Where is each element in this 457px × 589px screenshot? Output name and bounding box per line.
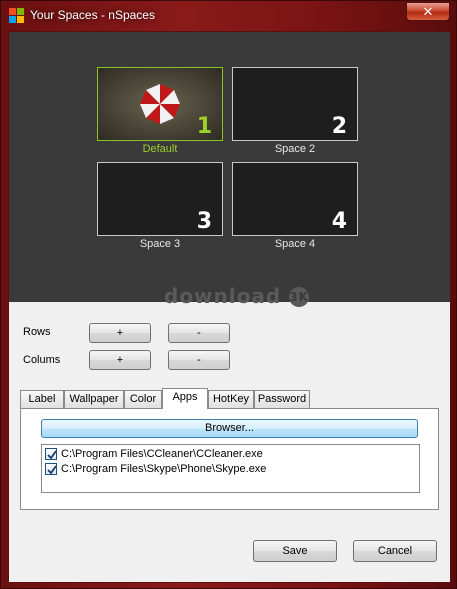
space-thumbnail-4[interactable]: 4	[232, 162, 358, 236]
columns-label: Colums	[23, 354, 61, 366]
browse-button[interactable]: Browser...	[41, 419, 418, 438]
app-file-list[interactable]: C:\Program Files\CCleaner\CCleaner.exe C…	[41, 444, 420, 493]
columns-plus-button[interactable]: +	[89, 350, 151, 370]
apps-tab-panel: Browser... C:\Program Files\CCleaner\CCl…	[20, 408, 439, 510]
tab-password[interactable]: Password	[254, 390, 310, 408]
cancel-button[interactable]: Cancel	[353, 540, 437, 562]
app-icon	[9, 8, 24, 23]
umbrella-logo-icon	[140, 84, 180, 124]
columns-minus-button[interactable]: -	[168, 350, 230, 370]
tab-color[interactable]: Color	[124, 390, 162, 408]
rows-plus-button[interactable]: +	[89, 323, 151, 343]
watermark-text: download	[164, 284, 282, 308]
watermark-badge: 3K	[289, 287, 310, 307]
space-thumbnail-1[interactable]: 1	[97, 67, 223, 141]
title-bar[interactable]: Your Spaces - nSpaces ✕	[1, 1, 456, 29]
save-button[interactable]: Save	[253, 540, 337, 562]
checkmark-icon	[47, 450, 57, 460]
space-label: Default	[142, 143, 178, 155]
space-label: Space 3	[139, 238, 181, 250]
app-window: Your Spaces - nSpaces ✕ 1 Default 2 Spac…	[0, 0, 457, 589]
checkmark-icon	[47, 465, 57, 475]
close-button[interactable]: ✕	[406, 2, 450, 21]
space-number: 1	[196, 114, 212, 139]
space-label: Space 4	[274, 238, 316, 250]
rows-minus-button[interactable]: -	[168, 323, 230, 343]
space-thumbnail-3[interactable]: 3	[97, 162, 223, 236]
tab-apps[interactable]: Apps	[162, 388, 208, 409]
app-path: C:\Program Files\CCleaner\CCleaner.exe	[61, 448, 263, 460]
space-number: 4	[331, 209, 347, 234]
app-checkbox[interactable]	[45, 463, 57, 475]
app-path: C:\Program Files\Skype\Phone\Skype.exe	[61, 463, 267, 475]
tab-label[interactable]: Label	[20, 390, 64, 408]
space-number: 2	[331, 114, 347, 139]
space-number: 3	[196, 209, 212, 234]
space-thumbnail-2[interactable]: 2	[232, 67, 358, 141]
close-icon: ✕	[422, 4, 434, 19]
client-area: 1 Default 2 Space 2 3 Space 3 4 Space 4 …	[8, 31, 451, 583]
watermark: download 3K	[164, 284, 310, 308]
app-checkbox[interactable]	[45, 448, 57, 460]
tab-hotkey[interactable]: HotKey	[208, 390, 254, 408]
rows-label: Rows	[23, 326, 51, 338]
spaces-preview-panel: 1 Default 2 Space 2 3 Space 3 4 Space 4 …	[9, 32, 450, 308]
tab-wallpaper[interactable]: Wallpaper	[64, 390, 124, 408]
window-title: Your Spaces - nSpaces	[30, 8, 155, 22]
space-label: Space 2	[274, 143, 316, 155]
